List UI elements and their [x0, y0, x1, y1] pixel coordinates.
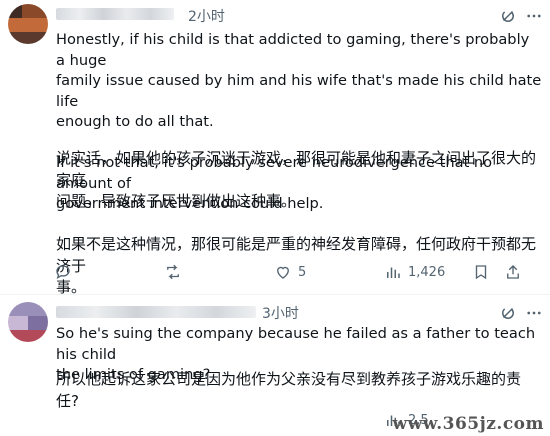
watermark: www.365jz.com — [392, 414, 544, 434]
avatar[interactable] — [8, 4, 48, 44]
more-icon[interactable] — [524, 303, 544, 323]
bookmark-icon — [475, 265, 487, 280]
share-icon — [507, 265, 519, 279]
like-count: 5 — [298, 264, 307, 280]
avatar[interactable] — [8, 302, 48, 342]
more-icon[interactable] — [524, 6, 544, 26]
reply-icon — [56, 265, 70, 280]
author-name-blurred[interactable] — [56, 8, 174, 20]
like-button[interactable]: 5 — [274, 262, 306, 282]
views-button[interactable]: 1,426 — [384, 262, 445, 282]
tweet-text-zh: 所以他起诉这家公司是因为他作为父亲没有尽到教养孩子游戏乐趣的责任? — [56, 370, 522, 410]
retweet-button[interactable] — [164, 262, 182, 282]
grok-icon[interactable] — [498, 6, 518, 26]
reply-button[interactable] — [54, 262, 72, 282]
views-icon — [387, 267, 400, 278]
divider — [0, 294, 550, 295]
grok-icon[interactable] — [498, 303, 518, 323]
author-name-blurred[interactable] — [56, 306, 256, 318]
tweet-time[interactable]: 2小时 — [188, 6, 225, 26]
share-button[interactable] — [504, 262, 522, 282]
bookmark-button[interactable] — [472, 262, 490, 282]
tweet-actions: 5 1,426 — [54, 262, 534, 282]
retweet-icon — [167, 264, 179, 280]
like-icon — [277, 266, 289, 279]
tweet-time[interactable]: 3小时 — [262, 303, 299, 323]
views-count: 1,426 — [408, 264, 446, 280]
